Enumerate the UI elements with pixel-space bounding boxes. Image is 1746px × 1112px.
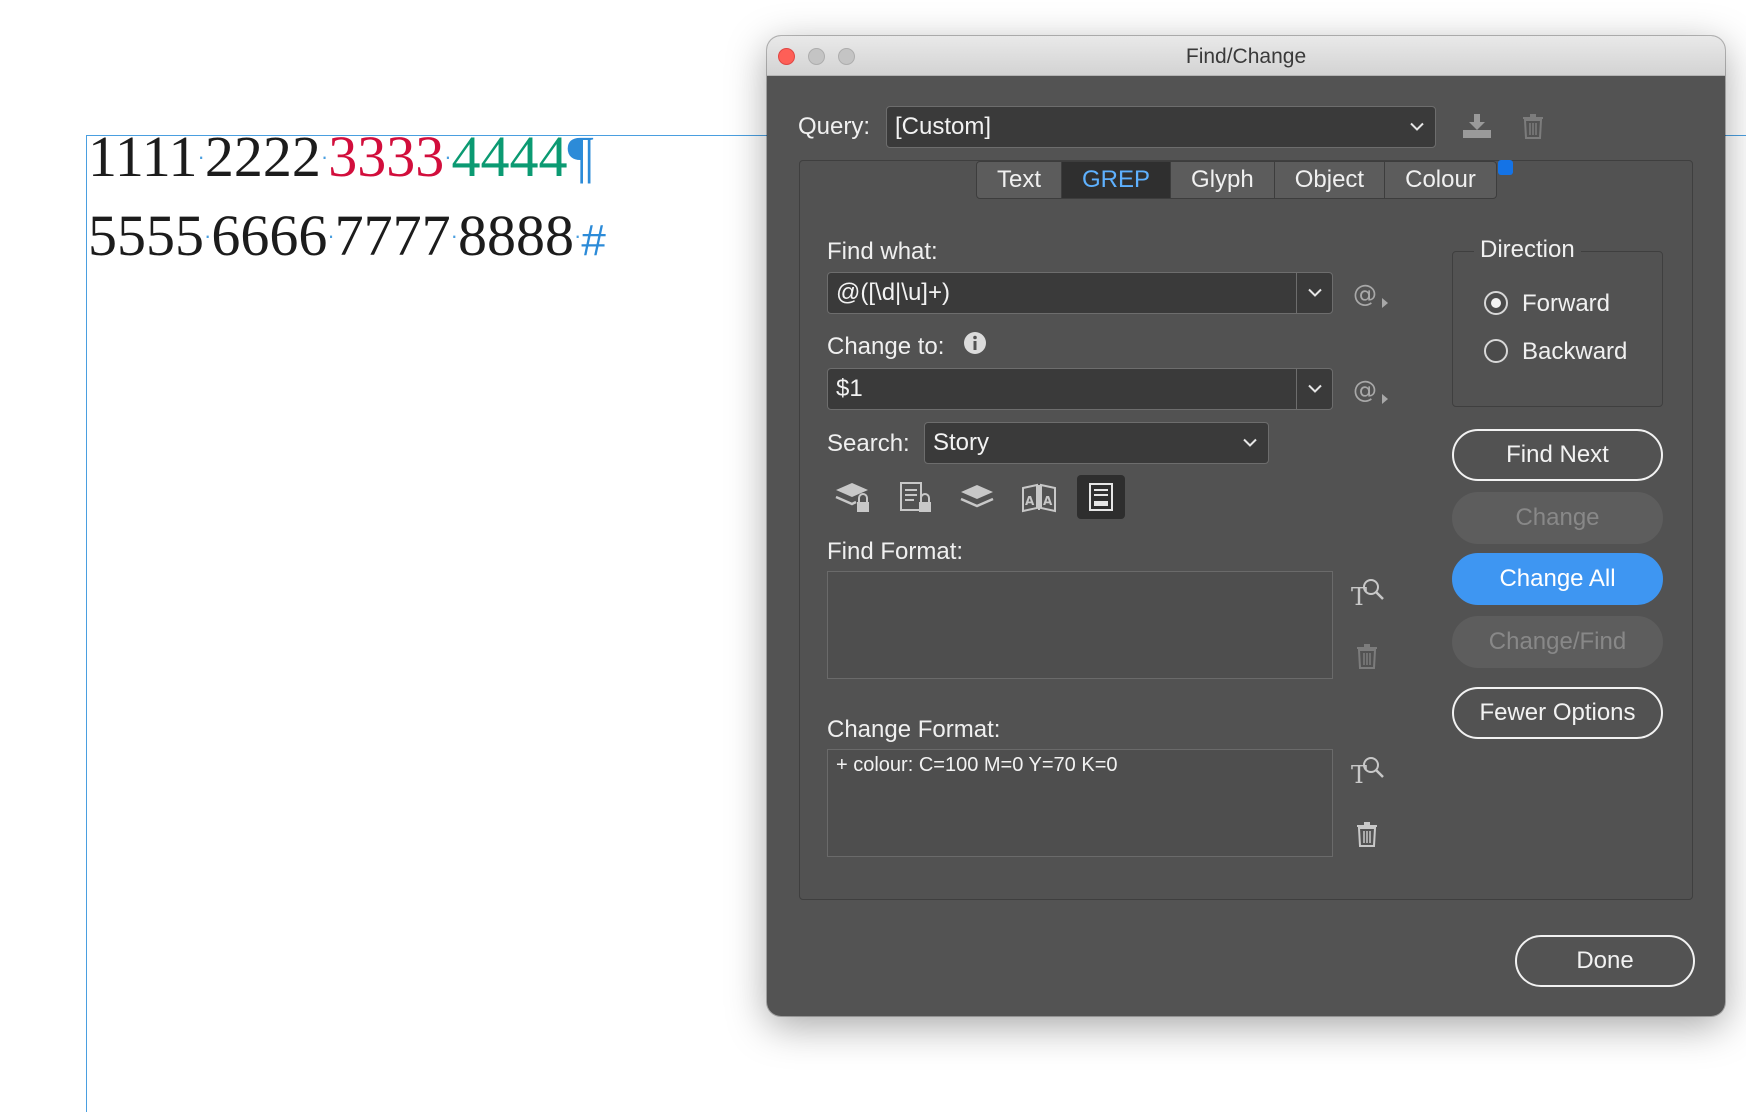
digit-group: 8888 (457, 203, 574, 268)
chevron-down-icon (1403, 107, 1431, 147)
space-marker: · (204, 223, 212, 248)
locked-layers-icon[interactable] (831, 476, 875, 518)
change-to-input[interactable]: $1 (827, 368, 1333, 410)
radio-forward-label[interactable]: Forward (1522, 290, 1610, 318)
format-search-icon[interactable]: T (1347, 573, 1387, 611)
find-what-label: Find what: (827, 238, 938, 265)
title-bar[interactable]: Find/Change (767, 36, 1725, 76)
trash-icon[interactable] (1349, 639, 1385, 673)
radio-forward[interactable] (1484, 291, 1508, 315)
fewer-options-button[interactable]: Fewer Options (1452, 687, 1663, 739)
radio-backward-label[interactable]: Backward (1522, 338, 1627, 366)
digit-group: 1111 (88, 124, 198, 189)
search-label: Search: (827, 430, 910, 457)
digit-group: 7777 (334, 203, 451, 268)
tab-bar: Text GREP Glyph Object Colour (976, 161, 1497, 199)
tab-colour[interactable]: Colour (1385, 162, 1496, 198)
direction-legend: Direction (1474, 236, 1581, 264)
text-line-2[interactable]: 5555·6666·7777·8888·# (88, 207, 606, 265)
space-marker: · (327, 223, 335, 248)
search-scope-value: Story (933, 429, 990, 456)
change-format-label: Change Format: (827, 716, 1001, 743)
tab-object[interactable]: Object (1275, 162, 1386, 198)
done-button[interactable]: Done (1515, 935, 1695, 987)
query-value: [Custom] (895, 113, 992, 140)
dialog-title: Find/Change (1185, 45, 1307, 68)
digit-group-green: 4444 (451, 124, 568, 189)
chevron-down-icon[interactable] (1296, 369, 1332, 409)
save-query-icon[interactable] (1457, 108, 1497, 144)
change-to-value: $1 (836, 375, 863, 402)
tab-grep[interactable]: GREP (1062, 162, 1172, 198)
find-format-box[interactable] (827, 571, 1333, 679)
format-search-icon[interactable]: T (1347, 751, 1387, 789)
locked-stories-icon[interactable] (893, 476, 937, 518)
digit-group: 2222 (204, 124, 321, 189)
svg-text:A: A (1025, 494, 1035, 508)
digit-group-red: 3333 (328, 124, 445, 189)
query-select[interactable]: [Custom] (886, 106, 1436, 148)
change-to-label: Change to: (827, 333, 945, 360)
direction-group (1452, 251, 1663, 407)
at-sign-menu-icon[interactable]: @ (1349, 276, 1393, 312)
chevron-down-icon[interactable] (1296, 273, 1332, 313)
trash-icon[interactable] (1515, 108, 1551, 144)
space-marker: · (450, 223, 458, 248)
chevron-down-icon (1236, 423, 1264, 463)
text-line-1[interactable]: 1111·2222·3333·4444¶ (88, 128, 594, 186)
tab-text[interactable]: Text (977, 162, 1063, 198)
digit-group: 5555 (88, 203, 204, 268)
svg-text:@: @ (1353, 376, 1377, 404)
at-sign-menu-icon[interactable]: @ (1349, 372, 1393, 408)
find-what-input[interactable]: @([\d|\u]+) (827, 272, 1333, 314)
focus-indicator (1498, 160, 1513, 175)
change-all-button[interactable]: Change All (1452, 553, 1663, 605)
find-next-button[interactable]: Find Next (1452, 429, 1663, 481)
svg-text:@: @ (1353, 280, 1377, 308)
tab-glyph[interactable]: Glyph (1171, 162, 1275, 198)
space-marker: · (320, 144, 329, 169)
find-what-value: @([\d|\u]+) (836, 279, 950, 306)
change-format-value: + colour: C=100 M=0 Y=70 K=0 (836, 754, 1118, 776)
change-format-box[interactable]: + colour: C=100 M=0 Y=70 K=0 (827, 749, 1333, 857)
change-button[interactable]: Change (1452, 492, 1663, 544)
end-of-story-mark: # (581, 216, 606, 265)
radio-backward[interactable] (1484, 339, 1508, 363)
digit-group: 6666 (211, 203, 328, 268)
hidden-layers-icon[interactable] (955, 476, 999, 518)
query-label: Query: (798, 113, 871, 140)
find-change-dialog: Find/Change Query: [Custom] Text GREP Gl… (767, 36, 1725, 1016)
text-frame-left-edge (86, 135, 87, 1112)
space-marker: · (444, 144, 452, 169)
info-icon[interactable] (962, 330, 988, 356)
find-format-label: Find Format: (827, 538, 964, 565)
svg-text:A: A (1043, 494, 1053, 508)
trash-icon[interactable] (1349, 817, 1385, 851)
change-find-button[interactable]: Change/Find (1452, 616, 1663, 668)
search-scope-select[interactable]: Story (924, 422, 1269, 464)
footnotes-icon[interactable] (1077, 475, 1125, 519)
pilcrow-mark: ¶ (567, 124, 594, 189)
space-marker: · (197, 144, 205, 169)
master-pages-icon[interactable]: A A (1017, 476, 1061, 518)
space-marker: · (573, 223, 582, 248)
